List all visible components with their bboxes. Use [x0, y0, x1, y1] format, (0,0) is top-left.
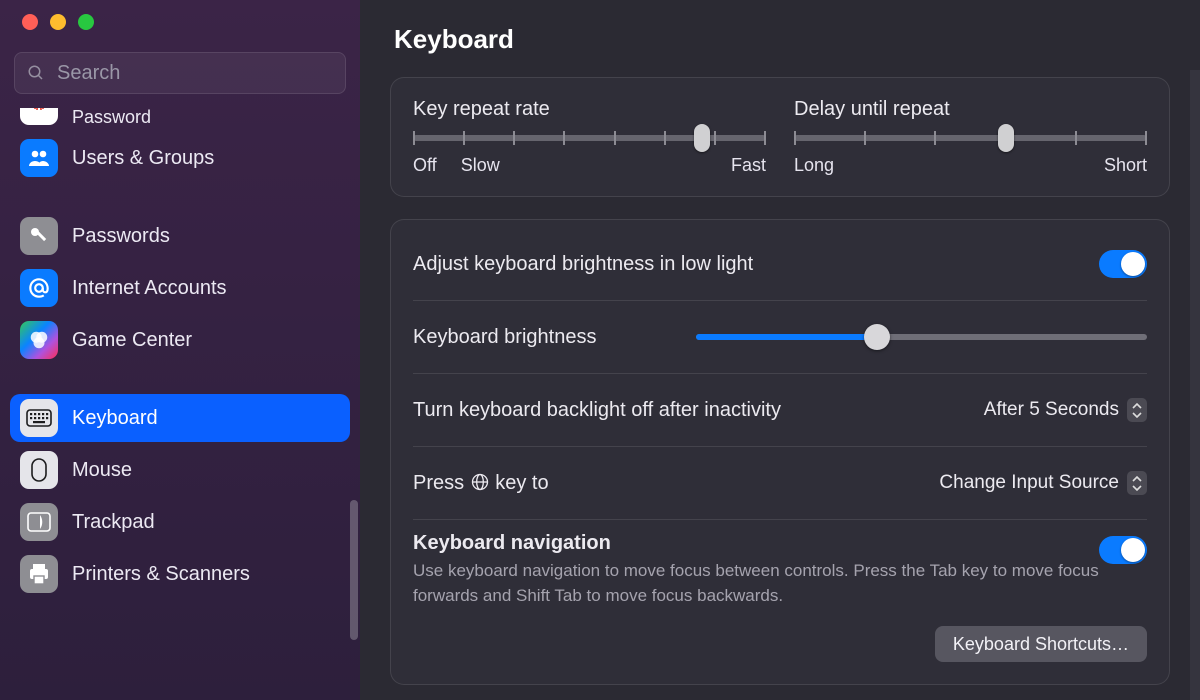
zoom-window-button[interactable]	[78, 14, 94, 30]
key-repeat-rate-slider[interactable]	[413, 135, 766, 141]
sidebar-item-label: Game Center	[72, 329, 192, 352]
chevron-up-down-icon	[1127, 471, 1147, 495]
sidebar-scrollbar[interactable]	[350, 500, 358, 640]
press-globe-key-select[interactable]: Change Input Source	[939, 471, 1147, 495]
main-scrollbar-track[interactable]	[1190, 70, 1200, 700]
keyboard-brightness-slider[interactable]	[696, 334, 1147, 340]
keyboard-brightness-label: Keyboard brightness	[413, 326, 596, 349]
key-icon	[20, 217, 58, 255]
delay-until-repeat-slider[interactable]	[794, 135, 1147, 141]
sidebar-item-keyboard[interactable]: Keyboard	[10, 394, 350, 442]
minimize-window-button[interactable]	[50, 14, 66, 30]
keyboard-navigation-label: Keyboard navigation	[413, 532, 1099, 555]
search-input[interactable]	[55, 61, 333, 86]
sidebar: Touch ID & Password Users & Groups Passw…	[0, 0, 360, 700]
select-value: Change Input Source	[939, 472, 1119, 494]
search-icon	[27, 64, 45, 82]
auto-brightness-toggle[interactable]	[1099, 250, 1147, 278]
close-window-button[interactable]	[22, 14, 38, 30]
sidebar-item-label: Password	[72, 108, 170, 128]
at-sign-icon	[20, 269, 58, 307]
page-title: Keyboard	[394, 24, 1188, 55]
keyboard-navigation-description: Use keyboard navigation to move focus be…	[413, 559, 1099, 608]
sidebar-item-label: Trackpad	[72, 511, 155, 534]
select-value: After 5 Seconds	[984, 399, 1119, 421]
sidebar-item-users-groups[interactable]: Users & Groups	[10, 134, 350, 182]
slider-slow-label: Slow	[461, 155, 500, 176]
window-controls	[0, 14, 360, 30]
sidebar-item-internet-accounts[interactable]: Internet Accounts	[10, 264, 350, 312]
sidebar-item-label: Internet Accounts	[72, 277, 227, 300]
sidebar-item-printers-scanners[interactable]: Printers & Scanners	[10, 550, 350, 598]
slider-min-label: Off	[413, 155, 437, 176]
keyboard-navigation-toggle[interactable]	[1099, 536, 1147, 564]
users-icon	[20, 139, 58, 177]
search-field[interactable]	[14, 52, 346, 94]
slider-thumb[interactable]	[864, 324, 890, 350]
sidebar-item-passwords[interactable]: Passwords	[10, 212, 350, 260]
keyboard-options-card: Adjust keyboard brightness in low light …	[390, 219, 1170, 685]
sidebar-item-label: Keyboard	[72, 407, 158, 430]
sidebar-item-label: Users & Groups	[72, 147, 214, 170]
slider-thumb[interactable]	[694, 124, 710, 152]
sidebar-item-touch-id-password[interactable]: Touch ID & Password	[10, 108, 350, 130]
keyboard-shortcuts-button[interactable]: Keyboard Shortcuts…	[935, 626, 1147, 662]
globe-icon	[470, 472, 490, 492]
sidebar-list: Touch ID & Password Users & Groups Passw…	[0, 108, 360, 700]
trackpad-icon	[20, 503, 58, 541]
sidebar-item-label: Mouse	[72, 459, 132, 482]
mouse-icon	[20, 451, 58, 489]
chevron-up-down-icon	[1127, 398, 1147, 422]
printer-icon	[20, 555, 58, 593]
backlight-off-label: Turn keyboard backlight off after inacti…	[413, 399, 781, 422]
press-globe-key-label: Press key to	[413, 472, 549, 495]
sidebar-item-label: Passwords	[72, 225, 170, 248]
sidebar-item-trackpad[interactable]: Trackpad	[10, 498, 350, 546]
auto-brightness-label: Adjust keyboard brightness in low light	[413, 253, 753, 276]
sidebar-item-label: Printers & Scanners	[72, 563, 250, 586]
keyboard-icon	[20, 399, 58, 437]
game-center-icon	[20, 321, 58, 359]
sidebar-item-game-center[interactable]: Game Center	[10, 316, 350, 364]
slider-thumb[interactable]	[998, 124, 1014, 152]
repeat-rate-card: Key repeat rate Off Slow Fast	[390, 77, 1170, 197]
slider-min-label: Long	[794, 155, 834, 176]
key-repeat-rate-label: Key repeat rate	[413, 98, 766, 121]
slider-max-label: Fast	[731, 155, 766, 176]
sidebar-item-mouse[interactable]: Mouse	[10, 446, 350, 494]
touch-id-icon	[20, 108, 58, 125]
main-panel: Keyboard Key repeat rate Off Slow	[360, 0, 1200, 700]
delay-until-repeat-label: Delay until repeat	[794, 98, 1147, 121]
slider-max-label: Short	[1104, 155, 1147, 176]
backlight-off-select[interactable]: After 5 Seconds	[984, 398, 1147, 422]
